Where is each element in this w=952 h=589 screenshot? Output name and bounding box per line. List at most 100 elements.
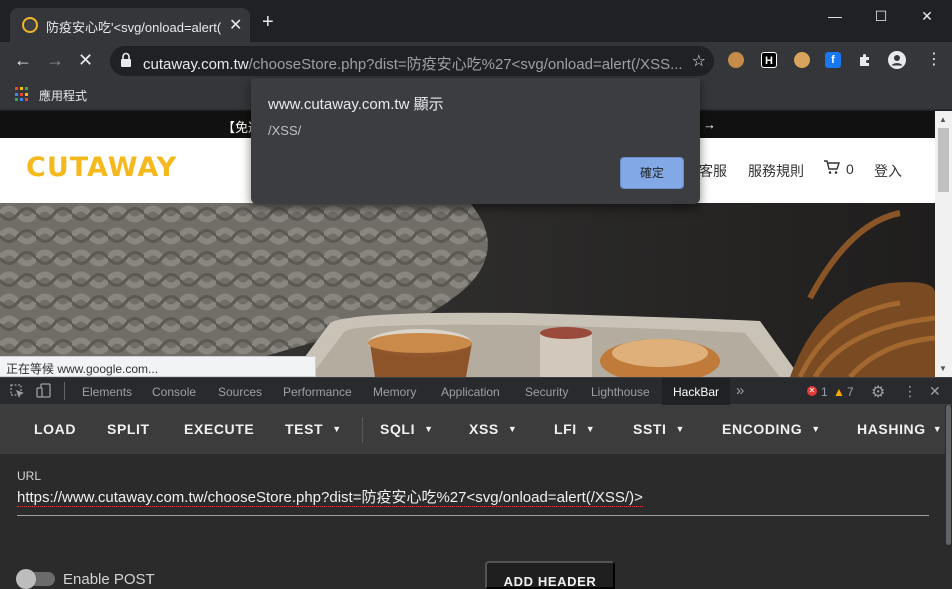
minimize-icon[interactable]: — [812, 4, 858, 32]
alert-dialog: www.cutaway.com.tw 顯示 /XSS/ 確定 [251, 78, 700, 204]
site-favicon-icon [22, 17, 38, 33]
xss-button[interactable]: XSS ▼ [469, 421, 517, 437]
hero-photo-illustration [0, 203, 935, 377]
lfi-button-label: LFI [554, 421, 577, 437]
hero-image [0, 203, 935, 377]
browser-toolbar: ← → ✕ cutaway.com.tw/chooseStore.php?dis… [0, 42, 952, 80]
page-scrollbar[interactable]: ▲ ▼ [935, 111, 952, 377]
test-button-label: TEST [285, 421, 324, 437]
menu-divider [362, 417, 363, 443]
url-host: cutaway.com.tw [143, 56, 249, 73]
toggle-knob [16, 569, 36, 589]
extensions-puzzle-icon[interactable] [857, 52, 873, 68]
tab-lighthouse[interactable]: Lighthouse [591, 385, 650, 399]
apps-bookmark-label[interactable]: 應用程式 [39, 87, 87, 104]
hackbar-body: URL https://www.cutaway.com.tw/chooseSto… [0, 454, 945, 589]
maximize-icon[interactable]: ☐ [858, 4, 904, 32]
test-button[interactable]: TEST ▼ [285, 421, 342, 437]
ssti-button[interactable]: SSTI ▼ [633, 421, 685, 437]
address-url[interactable]: cutaway.com.tw/chooseStore.php?dist=防疫安心… [143, 53, 683, 74]
browser-tab[interactable]: 防疫安心吃'<svg/onload=alert( ✕ [10, 8, 250, 42]
error-count[interactable]: 1 [821, 385, 828, 399]
nav-customer-service[interactable]: 客服 [699, 161, 727, 181]
warning-icon[interactable]: ▲ [833, 385, 845, 399]
scrollbar-thumb[interactable] [938, 128, 949, 192]
cart-count[interactable]: 0 [846, 161, 854, 177]
nav-service-rules[interactable]: 服務規則 [748, 161, 804, 181]
add-header-button[interactable]: ADD HEADER [485, 561, 615, 589]
close-tab-icon[interactable]: ✕ [229, 15, 242, 35]
tab-title: 防疫安心吃'<svg/onload=alert( [46, 20, 222, 35]
execute-button[interactable]: EXECUTE [184, 421, 254, 437]
warning-count[interactable]: 7 [847, 385, 854, 399]
chevron-down-icon: ▼ [675, 424, 686, 434]
chevron-down-icon: ▼ [332, 424, 342, 434]
lock-icon[interactable] [120, 52, 132, 68]
h-extension-icon[interactable]: H [761, 52, 777, 68]
devtools-scrollbar[interactable] [945, 405, 952, 589]
ssti-button-label: SSTI [633, 421, 667, 437]
url-textarea-value: https://www.cutaway.com.tw/chooseStore.p… [17, 489, 643, 507]
tab-elements[interactable]: Elements [82, 385, 132, 399]
tab-strip: 防疫安心吃'<svg/onload=alert( ✕ + — ☐ ✕ [0, 0, 952, 42]
chevron-down-icon: ▼ [424, 424, 434, 434]
chevron-down-icon: ▼ [932, 424, 943, 434]
url-field-label: URL [17, 469, 42, 483]
url-textarea[interactable]: https://www.cutaway.com.tw/chooseStore.p… [17, 486, 929, 516]
tab-memory[interactable]: Memory [373, 385, 416, 399]
chevron-down-icon: ▼ [585, 424, 596, 434]
split-button[interactable]: SPLIT [107, 421, 150, 437]
address-bar[interactable]: cutaway.com.tw/chooseStore.php?dist=防疫安心… [110, 46, 714, 76]
close-devtools-icon[interactable]: ✕ [929, 383, 941, 400]
tab-security[interactable]: Security [525, 385, 568, 399]
new-tab-icon[interactable]: + [262, 12, 274, 32]
stop-loading-icon[interactable]: ✕ [78, 50, 93, 70]
scroll-up-icon[interactable]: ▲ [939, 115, 947, 124]
facebook-extension-icon[interactable]: f [825, 52, 841, 68]
devtools-tabbar: Elements Console Sources Performance Mem… [0, 377, 952, 405]
bookmark-star-icon[interactable]: ☆ [692, 51, 706, 71]
url-path: /chooseStore.php?dist=防疫安心吃%27<svg/onloa… [248, 56, 683, 73]
error-icon[interactable]: ✕ [807, 386, 817, 396]
sqli-button-label: SQLI [380, 421, 416, 437]
devtools-scrollbar-thumb[interactable] [946, 405, 951, 545]
announcement-arrow-icon[interactable]: → [703, 117, 716, 132]
enable-post-label[interactable]: Enable POST [63, 571, 155, 588]
tab-sources[interactable]: Sources [218, 385, 262, 399]
encoding-button[interactable]: ENCODING ▼ [722, 421, 821, 437]
back-arrow-icon[interactable]: ← [14, 50, 32, 70]
sqli-button[interactable]: SQLI ▼ [380, 421, 434, 437]
dialog-ok-button[interactable]: 確定 [620, 157, 684, 189]
enable-post-toggle[interactable] [16, 569, 55, 589]
chevron-down-icon: ▼ [507, 424, 518, 434]
profile-avatar-icon[interactable] [888, 51, 906, 69]
nav-login[interactable]: 登入 [874, 161, 902, 181]
kebab-menu-icon[interactable]: ⋮ [926, 50, 942, 70]
cookie-extension-icon[interactable] [728, 52, 744, 68]
load-button[interactable]: LOAD [34, 421, 76, 437]
xss-button-label: XSS [469, 421, 499, 437]
tab-performance[interactable]: Performance [283, 385, 352, 399]
tab-console[interactable]: Console [152, 385, 196, 399]
settings-gear-icon[interactable]: ⚙ [871, 382, 885, 402]
dialog-message: /XSS/ [268, 123, 302, 138]
hashing-button-label: HASHING [857, 421, 926, 437]
devtools-menu-icon[interactable]: ⋮ [903, 383, 917, 400]
site-logo[interactable]: CUTAWAY [26, 152, 177, 183]
chevron-down-icon: ▼ [811, 424, 821, 434]
scroll-down-icon[interactable]: ▼ [939, 364, 947, 373]
more-tabs-chevron-icon[interactable]: » [736, 382, 744, 399]
lfi-button[interactable]: LFI ▼ [554, 421, 595, 437]
close-window-icon[interactable]: ✕ [904, 4, 950, 32]
device-toggle-icon[interactable] [36, 383, 52, 399]
cookie-editor-extension-icon[interactable] [794, 52, 810, 68]
inspect-element-icon[interactable] [10, 384, 25, 399]
tab-application[interactable]: Application [441, 385, 500, 399]
forward-arrow-icon[interactable]: → [46, 50, 64, 70]
apps-grid-icon[interactable] [15, 87, 30, 102]
tab-hackbar[interactable]: HackBar [662, 378, 731, 405]
dialog-title: www.cutaway.com.tw 顯示 [268, 96, 444, 113]
hashing-button[interactable]: HASHING ▼ [857, 421, 942, 437]
cart-icon[interactable] [823, 160, 840, 175]
toolbar-divider [64, 382, 65, 400]
